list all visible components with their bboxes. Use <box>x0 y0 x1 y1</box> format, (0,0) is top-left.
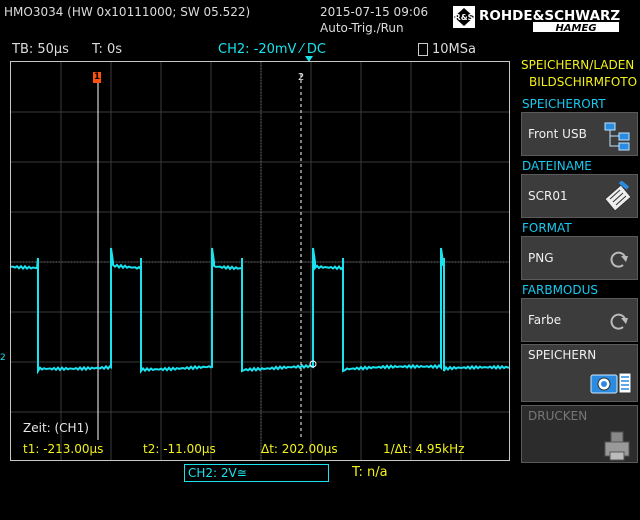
printer-icon <box>604 431 630 461</box>
cursor-t2-value: t2: -11.00µs <box>143 442 216 456</box>
cursor-delta-value: Δt: 202.00µs <box>261 442 338 456</box>
trigger-time-readout: T: 0s <box>92 42 123 57</box>
format-title: FORMAT <box>522 221 572 235</box>
zeit-label: Zeit: (CH1) <box>23 421 89 435</box>
trigger-source-readout: CH2: -20mV ⁄ DC <box>218 42 326 57</box>
keyboard-edit-icon <box>604 181 632 212</box>
dateiname-value: SCR01 <box>528 189 568 203</box>
speicherort-button[interactable]: Front USB <box>521 112 638 156</box>
speicherort-value: Front USB <box>528 127 587 141</box>
waveform-display[interactable]: Zeit: (CH1) t1: -213.00µs t2: -11.00µs Δ… <box>10 61 510 461</box>
drucken-label: DRUCKEN <box>528 409 588 423</box>
timebase-readout: TB: 50µs <box>12 42 69 57</box>
memory-icon <box>418 43 428 56</box>
camera-save-icon <box>590 372 632 394</box>
farbmodus-title: FARBMODUS <box>522 283 599 297</box>
cursor-2-marker[interactable]: 2 <box>297 72 305 83</box>
sample-rate-readout: 10MSa <box>432 42 476 57</box>
svg-text:HAMEG: HAMEG <box>555 23 596 34</box>
dateiname-title: DATEINAME <box>522 159 592 173</box>
drucken-button[interactable]: DRUCKEN <box>521 405 638 463</box>
menu-subtitle: BILDSCHIRMFOTO <box>529 75 638 89</box>
svg-text:ROHDE&SCHWARZ: ROHDE&SCHWARZ <box>479 8 620 24</box>
datetime: 2015-07-15 09:06 <box>320 5 429 19</box>
farbmodus-button[interactable]: Farbe <box>521 298 638 342</box>
rotate-select-icon <box>610 313 628 330</box>
channel-2-scale[interactable]: CH2: 2V≅ <box>184 464 329 482</box>
cursor-t1-value: t1: -213.00µs <box>23 442 104 456</box>
rotate-select-icon <box>610 251 628 268</box>
speicherort-title: SPEICHERORT <box>522 97 606 111</box>
channel-2-offset-marker[interactable]: 2 <box>0 353 6 363</box>
folder-tree-icon <box>604 122 630 151</box>
farbmodus-value: Farbe <box>528 313 562 327</box>
svg-text:R&S: R&S <box>455 13 474 22</box>
dateiname-button[interactable]: SCR01 <box>521 174 638 218</box>
speichern-button[interactable]: SPEICHERN <box>521 344 638 402</box>
cursor-1-marker[interactable]: 1 <box>93 72 101 83</box>
menu-title: SPEICHERN/LADEN <box>521 58 635 72</box>
format-button[interactable]: PNG <box>521 236 638 280</box>
device-info: HMO3034 (HW 0x10111000; SW 05.522) <box>4 5 251 19</box>
trigger-status: Auto-Trig./Run <box>320 21 404 35</box>
cursor-frequency-value: 1/Δt: 4.95kHz <box>383 442 465 456</box>
bottom-trigger-readout: T: n/a <box>352 465 388 480</box>
format-value: PNG <box>528 251 554 265</box>
waveform-svg <box>11 62 509 460</box>
speichern-label: SPEICHERN <box>528 348 597 362</box>
rohde-schwarz-logo: R&S ROHDE&SCHWARZ HAMEG <box>453 4 637 34</box>
